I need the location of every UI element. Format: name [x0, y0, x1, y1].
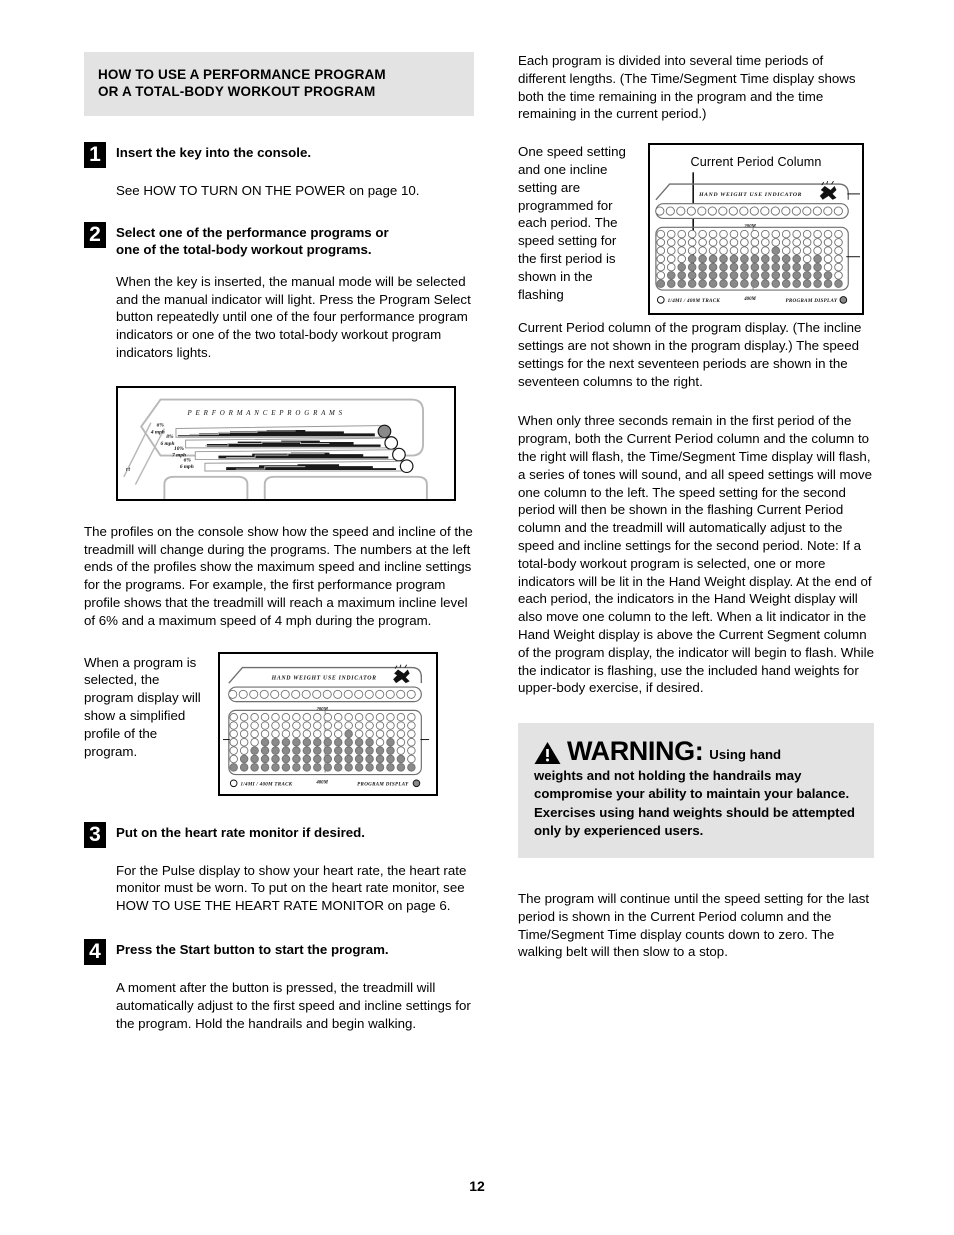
step-2-number: 2: [84, 221, 106, 248]
section-header: HOW TO USE A PERFORMANCE PROGRAM OR A TO…: [84, 52, 474, 116]
step-3: 3 Put on the heart rate monitor if desir…: [84, 821, 474, 848]
step-4-body: A moment after the button is pressed, th…: [116, 979, 471, 1031]
program-display-wrap-row: When a program is selected, the program …: [84, 651, 474, 796]
closing-paragraph: The program will continue until the spee…: [518, 890, 870, 960]
svg-text:1/4MI / 400M TRACK: 1/4MI / 400M TRACK: [241, 781, 293, 787]
profiles-paragraph: The profiles on the console show how the…: [84, 523, 473, 628]
program-display-figure-left: HAND WEIGHT USE INDICATOR 200M 1/4MI / 4…: [218, 651, 438, 796]
step-3-number: 3: [84, 821, 106, 848]
warning-headline: WARNING: Using hand: [534, 737, 858, 765]
svg-text:PROGRAM DISPLAY: PROGRAM DISPLAY: [785, 298, 837, 304]
step-1-body: See HOW TO TURN ON THE POWER on page 10.: [116, 183, 420, 198]
warning-box: WARNING: Using hand weights and not hold…: [518, 723, 874, 858]
step-1-number: 1: [84, 142, 106, 168]
svg-text:400M: 400M: [743, 297, 756, 302]
step-2: 2 Select one of the performance programs…: [84, 221, 474, 259]
step-2-title-line-2: one of the total-body workout programs.: [116, 242, 372, 258]
svg-text:1/4MI / 400M TRACK: 1/4MI / 400M TRACK: [668, 298, 721, 304]
current-period-column-label: Current Period Column: [690, 155, 822, 170]
program-display-illustration-left: HAND WEIGHT USE INDICATOR 200M 1/4MI / 4…: [223, 664, 430, 787]
svg-text:400M: 400M: [315, 780, 328, 785]
page-number: 12: [469, 1178, 485, 1194]
step-2-body: When the key is inserted, the manual mod…: [116, 273, 471, 360]
step-1-title: Insert the key into the console.: [116, 145, 312, 160]
right-column: Each program is divided into several tim…: [518, 52, 874, 961]
current-period-wrap-row: One speed setting and one incline settin…: [518, 143, 874, 316]
step-2-title-line-1: Select one of the performance programs o…: [116, 224, 389, 240]
step-1: 1 Insert the key into the console.: [84, 142, 474, 168]
performance-programs-figure: P E R F O R M A N C E P R O G R A M S 6%…: [116, 385, 456, 501]
svg-text:6%: 6%: [157, 422, 165, 428]
program-display-paragraph: When a program is selected, the program …: [84, 654, 201, 759]
program-display-matrix: [656, 230, 843, 289]
svg-text:PROGRAM DISPLAY: PROGRAM DISPLAY: [357, 781, 409, 787]
svg-text:HAND WEIGHT USE INDICATOR: HAND WEIGHT USE INDICATOR: [271, 675, 377, 681]
svg-text:HAND WEIGHT USE INDICATOR: HAND WEIGHT USE INDICATOR: [698, 192, 802, 198]
narrow-paragraph: One speed setting and one incline settin…: [518, 144, 626, 302]
svg-text:6 mph: 6 mph: [180, 464, 194, 470]
step-4: 4 Press the Start button to start the pr…: [84, 938, 474, 965]
svg-text:8%: 8%: [166, 434, 174, 440]
section-header-line-2: OR A TOTAL-BODY WORKOUT PROGRAM: [98, 84, 376, 99]
warning-body: weights and not holding the handrails ma…: [534, 768, 855, 838]
continued-paragraph: Current Period column of the program dis…: [518, 320, 862, 389]
program-display-matrix: [229, 712, 416, 772]
step-4-number: 4: [84, 938, 106, 965]
warning-triangle-icon: [534, 741, 561, 765]
svg-text:10%: 10%: [174, 446, 184, 452]
warning-lead: Using hand: [709, 747, 782, 763]
left-column: HOW TO USE A PERFORMANCE PROGRAM OR A TO…: [84, 52, 474, 1032]
svg-text:6 mph: 6 mph: [161, 441, 175, 447]
step-3-title: Put on the heart rate monitor if desired…: [116, 824, 365, 840]
svg-text:P E R F O R M A N C E P R O: P E R F O R M A N C E P R O G R A M S: [187, 409, 344, 417]
program-display-illustration-right: HAND WEIGHT USE INDICATOR 200M 1/4MI / 4…: [655, 172, 861, 304]
step-2-title: Select one of the performance programs o…: [116, 222, 389, 259]
intro-paragraph: Each program is divided into several tim…: [518, 53, 856, 122]
step-4-title: Press the Start button to start the prog…: [116, 941, 389, 957]
step-3-body: For the Pulse display to show your heart…: [116, 862, 467, 914]
svg-text:4 mph: 4 mph: [150, 429, 165, 435]
svg-text:6%: 6%: [184, 457, 192, 463]
document-page: HOW TO USE A PERFORMANCE PROGRAM OR A TO…: [0, 0, 954, 1235]
svg-text:rt: rt: [126, 466, 132, 473]
section-header-line-1: HOW TO USE A PERFORMANCE PROGRAM: [98, 67, 386, 82]
performance-programs-illustration: P E R F O R M A N C E P R O G R A M S 6%…: [123, 398, 428, 499]
program-display-figure-right: Current Period Column HAND WEIGHT USE IN…: [648, 143, 864, 316]
warning-word: WARNING:: [567, 736, 704, 767]
three-seconds-paragraph: When only three seconds remain in the fi…: [518, 413, 874, 696]
